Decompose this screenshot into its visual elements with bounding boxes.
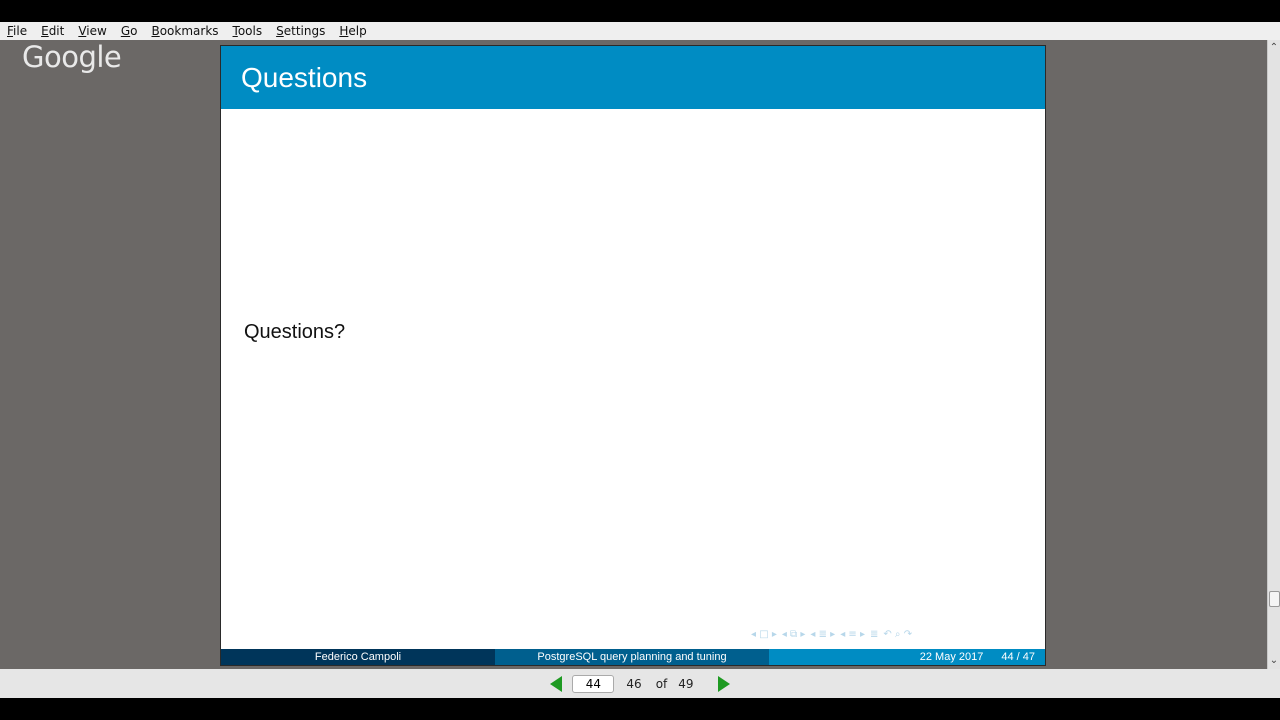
menu-file[interactable]: File [0, 24, 34, 38]
google-logo: Google [22, 40, 122, 74]
menu-edit[interactable]: Edit [34, 24, 71, 38]
next-page-icon[interactable] [717, 675, 730, 692]
nav-document-icon: ◂ ≡ ▸ [840, 629, 865, 640]
footer-date: 22 May 2017 [919, 651, 984, 663]
slide-footer: Federico Campoli PostgreSQL query planni… [221, 649, 1045, 665]
scroll-up-icon[interactable]: ⌃ [1268, 42, 1280, 54]
vertical-scrollbar[interactable]: ⌃ ⌄ [1267, 40, 1280, 669]
scrollbar-thumb[interactable] [1269, 591, 1280, 607]
window-bottom-border [0, 698, 1280, 720]
page-number-input[interactable] [572, 674, 615, 693]
beamer-navigation-symbols: ◂ □ ▸ ◂ ⧉ ▸ ◂ ≣ ▸ ◂ ≡ ▸ ≣ ↶ ⌕ ↷ [751, 629, 1041, 643]
menu-settings[interactable]: Settings [269, 24, 332, 38]
nav-search-icon: ↶ ⌕ ↷ [883, 629, 913, 640]
nav-frame-icon: ◂ □ ▸ [751, 629, 777, 640]
menu-bookmarks[interactable]: Bookmarks [144, 24, 225, 38]
nav-appendix-icon: ≣ [869, 629, 879, 640]
total-pages-label: 49 [678, 676, 694, 691]
previous-page-icon[interactable] [550, 675, 563, 692]
menu-help[interactable]: Help [332, 24, 373, 38]
footer-page: 44 / 47 [1001, 651, 1035, 663]
current-page-label: 46 [626, 676, 642, 691]
footer-title: PostgreSQL query planning and tuning [495, 649, 769, 665]
menu-view[interactable]: View [71, 24, 113, 38]
scroll-down-icon[interactable]: ⌄ [1268, 655, 1280, 667]
slide-title: Questions [241, 62, 368, 93]
menu-go[interactable]: Go [114, 24, 145, 38]
menu-bar: File Edit View Go Bookmarks Tools Settin… [0, 22, 1280, 40]
page-navigation-bar: 46 of 49 [0, 669, 1280, 698]
slide-header: Questions [221, 46, 1045, 109]
footer-date-page: 22 May 2017 44 / 47 [769, 649, 1045, 665]
of-label: of [655, 676, 668, 691]
menu-tools[interactable]: Tools [226, 24, 270, 38]
slide-page: Questions Questions? ◂ □ ▸ ◂ ⧉ ▸ ◂ ≣ ▸ ◂… [220, 45, 1046, 666]
nav-section-icon: ◂ ≣ ▸ [810, 629, 836, 640]
footer-author: Federico Campoli [221, 649, 495, 665]
nav-subsection-icon: ◂ ⧉ ▸ [781, 629, 806, 640]
slide-body-text: Questions? [244, 321, 346, 343]
